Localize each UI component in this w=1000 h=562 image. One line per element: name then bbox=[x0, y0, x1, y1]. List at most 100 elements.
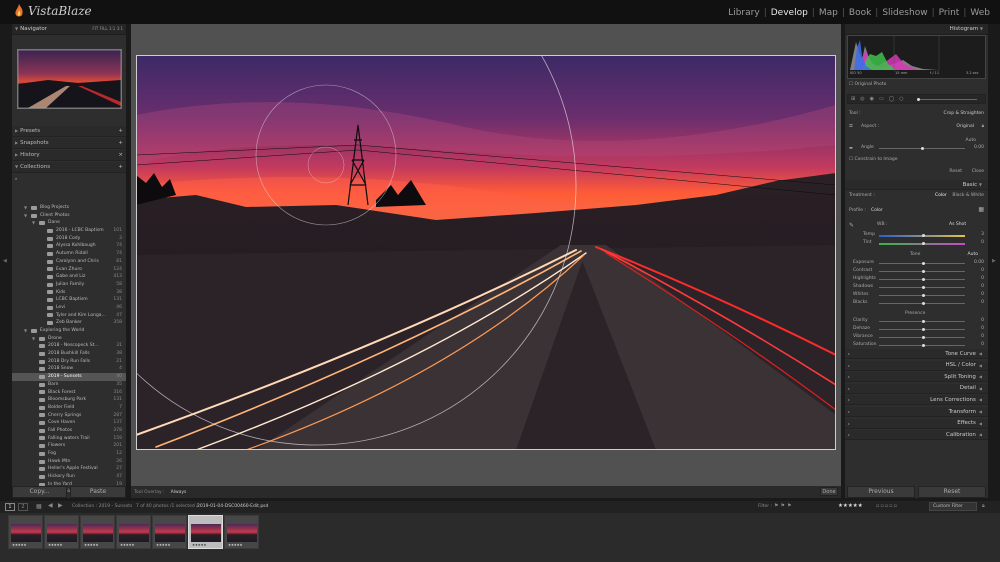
visibility-toggle-icon[interactable]: ▸ bbox=[848, 374, 850, 379]
navigator-header[interactable]: ▼ Navigator FIT FILL 1:1 3:1 bbox=[12, 24, 126, 35]
aspect-select[interactable]: Original bbox=[956, 124, 974, 129]
treatment-bw[interactable]: Black & White bbox=[952, 193, 984, 198]
vibrance-value[interactable]: 0 bbox=[981, 334, 984, 339]
expand-triangle-icon[interactable]: ▼ bbox=[24, 212, 29, 220]
right-panel-toggle-icon[interactable]: ▶ bbox=[992, 258, 996, 264]
zoom-custom[interactable]: 3:1 bbox=[117, 26, 123, 31]
collection-item[interactable]: Alyssa Kohlbaugh 74 bbox=[12, 242, 126, 250]
collection-item[interactable]: LCBC Baptism 131 bbox=[12, 296, 126, 304]
window-1-button[interactable]: 1 bbox=[5, 503, 15, 511]
expand-triangle-icon[interactable]: ▼ bbox=[24, 327, 29, 335]
checkbox-icon[interactable]: ☐ bbox=[849, 82, 853, 87]
plus-icon[interactable]: + bbox=[118, 140, 123, 146]
collection-item[interactable]: Evan Zhuro 124 bbox=[12, 266, 126, 274]
photo-image[interactable] bbox=[136, 55, 836, 450]
level-icon[interactable]: ▬ bbox=[849, 145, 853, 150]
section-header-hsl-color[interactable]: ▸ HSL / Color ◀ bbox=[845, 360, 988, 371]
collection-item[interactable]: Gabe and Liz 413 bbox=[12, 273, 126, 281]
navigator-preview[interactable] bbox=[17, 49, 122, 109]
collection-item[interactable]: Falling waters Trail 159 bbox=[12, 435, 126, 443]
collection-item[interactable]: ▼ Exploring the World bbox=[12, 327, 126, 335]
collection-item[interactable]: ▼ Drone bbox=[12, 335, 126, 343]
collection-item[interactable]: 2016 - LCBC Baptism 101 bbox=[12, 227, 126, 235]
highlights-value[interactable]: 0 bbox=[981, 276, 984, 281]
tool-slider[interactable] bbox=[916, 97, 977, 101]
shadows-value[interactable]: 0 bbox=[981, 284, 984, 289]
collection-item[interactable]: Cove Haven 137 bbox=[12, 419, 126, 427]
paste-button[interactable]: Paste bbox=[70, 486, 126, 498]
zoom-1-1[interactable]: 1:1 bbox=[109, 26, 115, 31]
visibility-toggle-icon[interactable]: ▸ bbox=[848, 397, 850, 402]
blacks-slider[interactable] bbox=[879, 302, 965, 305]
collection-item[interactable]: 2018 Snow 4 bbox=[12, 365, 126, 373]
spot-removal-icon[interactable]: ◎ bbox=[860, 96, 864, 102]
section-header-detail[interactable]: ▸ Detail ◀ bbox=[845, 383, 988, 394]
dehaze-value[interactable]: 0 bbox=[981, 326, 984, 331]
selected-filename[interactable]: 2019-01-04-DSC00460-Edit.psd bbox=[197, 504, 268, 509]
expand-triangle-icon[interactable]: ▼ bbox=[32, 219, 37, 227]
section-header-tone-curve[interactable]: ▸ Tone Curve ◀ bbox=[845, 349, 988, 359]
clarity-value[interactable]: 0 bbox=[981, 318, 984, 323]
forward-arrow-icon[interactable]: ▶ bbox=[58, 502, 63, 509]
flag-filter-icons[interactable]: ⚑⚑⚑ bbox=[774, 503, 793, 509]
collection-item[interactable]: Fall Photos 378 bbox=[12, 427, 126, 435]
snapshots-panel-header[interactable]: ▶ Snapshots + bbox=[12, 138, 126, 149]
profile-browser-icon[interactable]: ▦ bbox=[978, 206, 984, 213]
tone-auto-button[interactable]: Auto bbox=[968, 252, 978, 257]
done-button[interactable]: Done bbox=[820, 487, 838, 496]
original-photo-label[interactable]: ☐ Original Photo bbox=[849, 82, 886, 87]
grid-view-icon[interactable]: ▦ bbox=[36, 503, 42, 510]
wb-eyedropper-icon[interactable]: ✎ bbox=[849, 222, 854, 229]
filmstrip-thumbnail[interactable]: ★★★★★ bbox=[80, 515, 115, 549]
blacks-value[interactable]: 0 bbox=[981, 300, 984, 305]
visibility-toggle-icon[interactable]: ▸ bbox=[848, 409, 850, 414]
temp-value[interactable]: 3 bbox=[981, 232, 984, 237]
clarity-slider-knob[interactable] bbox=[922, 320, 925, 323]
collections-panel-header[interactable]: ▼ Collections + bbox=[12, 162, 126, 173]
profile-select[interactable]: Color bbox=[871, 208, 883, 213]
window-2-button[interactable]: 2 bbox=[18, 503, 28, 511]
collection-item[interactable]: Hawk Mtn 26 bbox=[12, 458, 126, 466]
collection-path[interactable]: Collection : 2019 - Sunsets bbox=[72, 504, 132, 509]
checkbox-icon[interactable]: ☐ bbox=[849, 157, 853, 162]
plus-icon[interactable]: + bbox=[118, 164, 123, 170]
angle-slider-knob[interactable] bbox=[921, 147, 924, 150]
temp-slider[interactable] bbox=[879, 234, 965, 237]
saturation-value[interactable]: 0 bbox=[981, 342, 984, 347]
collection-item[interactable]: Carolynn and Chris 81 bbox=[12, 258, 126, 266]
histogram-header[interactable]: Histogram ▼ bbox=[845, 24, 988, 35]
highlights-slider-knob[interactable] bbox=[922, 278, 925, 281]
module-library[interactable]: Library bbox=[724, 8, 763, 18]
collection-item[interactable]: Bolder Field 7 bbox=[12, 404, 126, 412]
collection-item[interactable]: Black Forest 316 bbox=[12, 389, 126, 397]
search-icon[interactable]: ⌕ bbox=[15, 176, 17, 181]
collection-item[interactable]: Zeb Banker 358 bbox=[12, 319, 126, 327]
highlights-slider[interactable] bbox=[879, 278, 965, 281]
basic-panel-header[interactable]: Basic ▼ bbox=[845, 180, 988, 190]
clarity-slider[interactable] bbox=[879, 320, 965, 323]
collection-item[interactable]: Fog 12 bbox=[12, 450, 126, 458]
visibility-toggle-icon[interactable]: ▸ bbox=[848, 421, 850, 426]
lock-icon[interactable]: 🔒︎ bbox=[982, 123, 984, 129]
visibility-toggle-icon[interactable]: ▸ bbox=[848, 386, 850, 391]
tint-slider-knob[interactable] bbox=[922, 242, 925, 245]
section-header-calibration[interactable]: ▸ Calibration ◀ bbox=[845, 430, 988, 441]
crop-tool-icon[interactable]: ⊞ bbox=[851, 96, 855, 102]
filter-lock-icon[interactable]: 🔒︎ bbox=[982, 503, 985, 509]
graduated-filter-icon[interactable]: ▭ bbox=[879, 96, 884, 102]
section-header-split-toning[interactable]: ▸ Split Toning ◀ bbox=[845, 372, 988, 383]
filmstrip-thumbnail[interactable]: ★★★★★ bbox=[188, 515, 223, 549]
collection-item[interactable]: Kids 38 bbox=[12, 289, 126, 297]
close-x-icon[interactable]: × bbox=[118, 152, 123, 158]
section-header-lens-corrections[interactable]: ▸ Lens Corrections ◀ bbox=[845, 395, 988, 406]
contrast-slider-knob[interactable] bbox=[922, 270, 925, 273]
wb-select[interactable]: As Shot bbox=[949, 222, 966, 227]
collection-item[interactable]: Autumn Ridall 74 bbox=[12, 250, 126, 258]
collection-item[interactable]: ▼ Blog Projects bbox=[12, 204, 126, 212]
crop-close-button[interactable]: Close bbox=[972, 169, 984, 174]
whites-slider[interactable] bbox=[879, 294, 965, 297]
radial-filter-icon[interactable]: ◯ bbox=[889, 96, 895, 102]
filmstrip-thumbnail[interactable]: ★★★★★ bbox=[116, 515, 151, 549]
red-eye-icon[interactable]: ◉ bbox=[870, 96, 874, 102]
star-filter[interactable]: ★★★★★ bbox=[838, 503, 863, 509]
